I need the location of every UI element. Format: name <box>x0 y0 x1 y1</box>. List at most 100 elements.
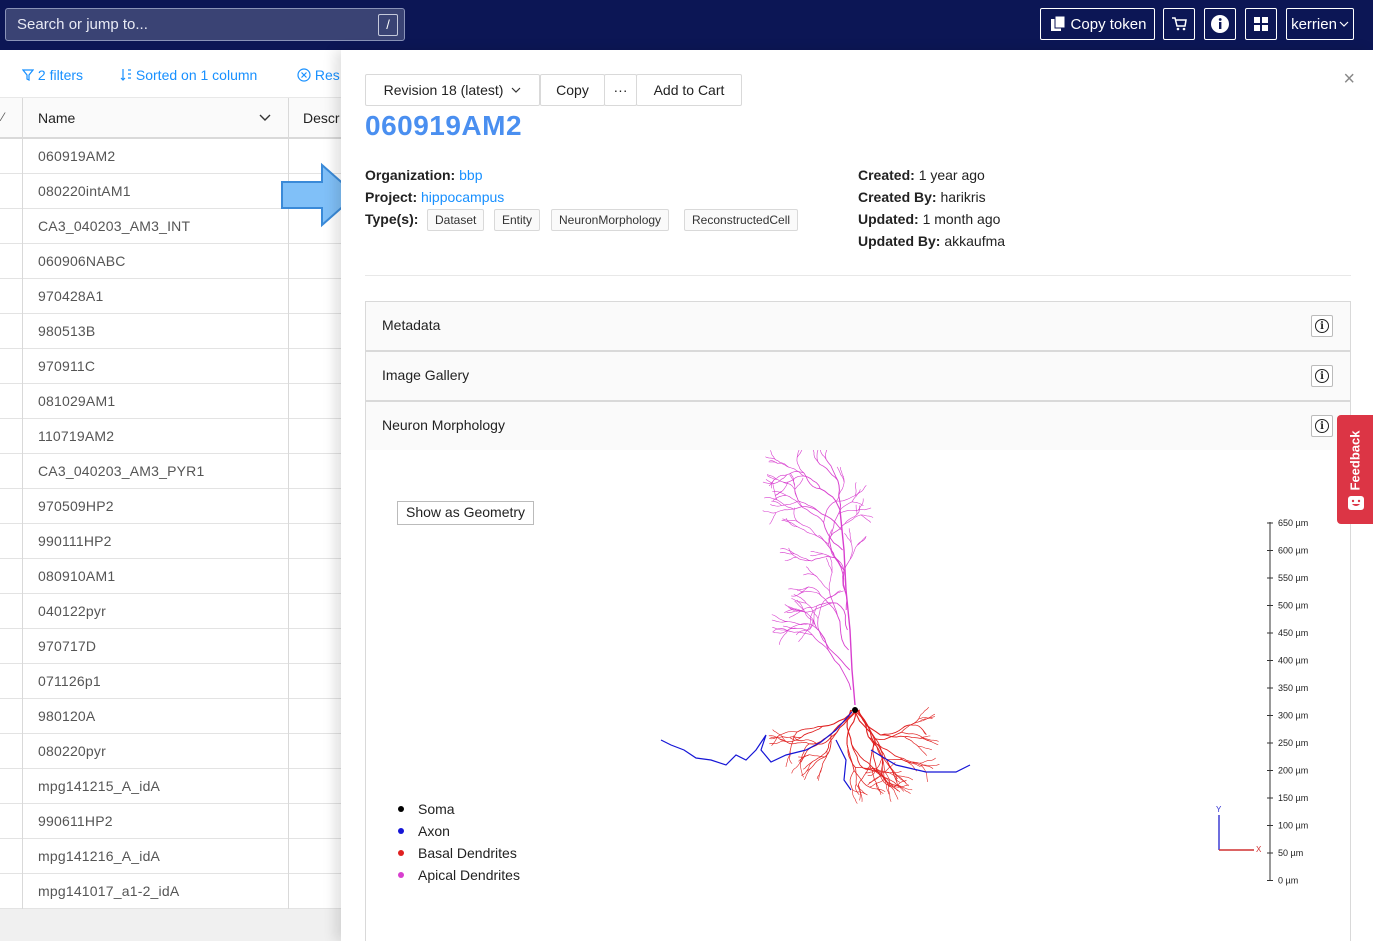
neurite-segment <box>777 462 789 468</box>
sort-icon <box>120 69 131 81</box>
created-row: Created: 1 year ago <box>858 167 985 183</box>
legend-label: Basal Dendrites <box>418 845 517 861</box>
table-row[interactable]: 970717D <box>0 629 345 664</box>
neurite-segment <box>775 474 788 484</box>
neurite-segment <box>812 450 821 465</box>
chevron-down-icon <box>1339 21 1349 27</box>
panel-title: Image Gallery <box>382 367 470 383</box>
project-link[interactable]: hippocampus <box>421 189 504 205</box>
table-row[interactable]: 990611HP2 <box>0 804 345 839</box>
table-row[interactable]: 980513B <box>0 314 345 349</box>
top-navbar: Search or jump to... / Copy token kerrie… <box>0 0 1373 50</box>
project-label: Project: <box>365 189 418 205</box>
type-tag: NeuronMorphology <box>551 209 670 231</box>
types-row: Type(s): <box>365 211 418 227</box>
scale-tick-label: 150 µm <box>1278 793 1308 803</box>
table-row[interactable]: 110719AM2 <box>0 419 345 454</box>
neurite-segment <box>868 736 884 759</box>
neurite-segment <box>772 483 778 500</box>
neuron-morphology-panel-header[interactable]: Neuron Morphology i <box>365 401 1351 451</box>
neurite-segment <box>875 782 882 795</box>
neurite-segment <box>766 474 777 480</box>
apps-button[interactable] <box>1245 8 1277 40</box>
copy-icon <box>1050 15 1066 31</box>
scale-tick-label: 450 µm <box>1278 628 1308 638</box>
table-row[interactable]: 970428A1 <box>0 279 345 314</box>
info-button[interactable] <box>1204 8 1236 40</box>
scale-tick-label: 100 µm <box>1278 821 1308 831</box>
table-row[interactable]: 081029AM1 <box>0 384 345 419</box>
neurite-segment <box>920 765 928 782</box>
revision-dropdown[interactable]: Revision 18 (latest) <box>365 74 540 106</box>
chevron-down-icon[interactable] <box>259 114 271 122</box>
add-to-cart-button[interactable]: Add to Cart <box>636 74 742 106</box>
close-circle-icon <box>297 68 311 82</box>
table-row[interactable]: 970911C <box>0 349 345 384</box>
cart-button[interactable] <box>1163 8 1195 40</box>
reset-label: Res <box>314 67 340 83</box>
organization-link[interactable]: bbp <box>459 167 482 183</box>
table-row[interactable]: 060906NABC <box>0 244 345 279</box>
neurite-segment <box>828 572 833 592</box>
table-row[interactable]: 990111HP2 <box>0 524 345 559</box>
row-name-cell: 980513B <box>38 323 96 339</box>
created-by-value: harikris <box>940 189 986 205</box>
neurite-segment <box>918 725 927 735</box>
metadata-panel-header[interactable]: Metadata i <box>365 301 1351 351</box>
filters-button[interactable]: 2 filters <box>21 67 83 83</box>
feedback-label: Feedback <box>1347 430 1363 491</box>
column-header-description[interactable]: Descr <box>303 110 340 126</box>
table-toolbar: 2 filters Sorted on 1 column Res <box>0 50 345 98</box>
add-to-cart-label: Add to Cart <box>653 82 725 98</box>
table-row[interactable]: CA3_040203_AM3_PYR1 <box>0 454 345 489</box>
neurite-segment <box>796 457 805 474</box>
scale-tick-label: 350 µm <box>1278 683 1308 693</box>
column-chevron-icon[interactable]: ⁄ <box>2 110 4 124</box>
row-name-cell: 080220pyr <box>38 743 106 759</box>
row-name-cell: 990111HP2 <box>38 533 112 549</box>
table-row[interactable]: 040122pyr <box>0 594 345 629</box>
neurite-segment <box>793 507 801 524</box>
neurite-segment <box>837 615 849 651</box>
neurite-segment <box>779 731 798 736</box>
more-options-button[interactable]: ··· <box>604 74 637 106</box>
table-row[interactable]: mpg141017_a1-2_idA <box>0 874 345 909</box>
close-icon[interactable]: × <box>1343 68 1355 91</box>
table-row[interactable]: 980120A <box>0 699 345 734</box>
neurite-segment <box>854 482 857 496</box>
neurite-segment <box>817 510 842 531</box>
column-header-name[interactable]: Name <box>38 110 75 126</box>
neurite-segment <box>798 629 809 642</box>
user-menu-button[interactable]: kerrien <box>1286 8 1354 40</box>
row-name-cell: 980120A <box>38 708 96 724</box>
table-row[interactable]: 080910AM1 <box>0 559 345 594</box>
neurite-segment <box>775 508 794 513</box>
copy-button[interactable]: Copy <box>540 74 605 106</box>
neurite-segment <box>798 754 810 762</box>
panel-title: Metadata <box>382 317 441 333</box>
updated-by-label: Updated By: <box>858 233 941 249</box>
sort-button[interactable]: Sorted on 1 column <box>120 67 257 83</box>
search-input[interactable]: Search or jump to... / <box>5 8 405 41</box>
feedback-tab[interactable]: Feedback <box>1337 415 1373 524</box>
table-row[interactable]: mpg141216_A_idA <box>0 839 345 874</box>
neurite-segment <box>797 586 809 592</box>
neurite-segment <box>787 621 809 626</box>
info-icon[interactable]: i <box>1311 415 1333 437</box>
copy-token-button[interactable]: Copy token <box>1040 8 1155 40</box>
filter-icon <box>21 69 35 81</box>
table-row[interactable]: 080220pyr <box>0 734 345 769</box>
info-icon[interactable]: i <box>1311 365 1333 387</box>
reset-button[interactable]: Res <box>297 67 340 83</box>
morphology-viewer[interactable]: Show as Geometry 650 µm 600 µm 550 µm 500 µ… <box>365 450 1351 941</box>
table-row[interactable]: 071126p1 <box>0 664 345 699</box>
table-row[interactable]: mpg141215_A_idA <box>0 769 345 804</box>
neurite-segment <box>783 736 802 738</box>
image-gallery-panel-header[interactable]: Image Gallery i <box>365 351 1351 401</box>
more-icon: ··· <box>613 82 628 98</box>
neurite-segment <box>779 552 795 555</box>
x-axis-label: X <box>1256 845 1262 854</box>
apical-trunk <box>839 509 856 706</box>
info-icon[interactable]: i <box>1311 315 1333 337</box>
table-row[interactable]: 970509HP2 <box>0 489 345 524</box>
